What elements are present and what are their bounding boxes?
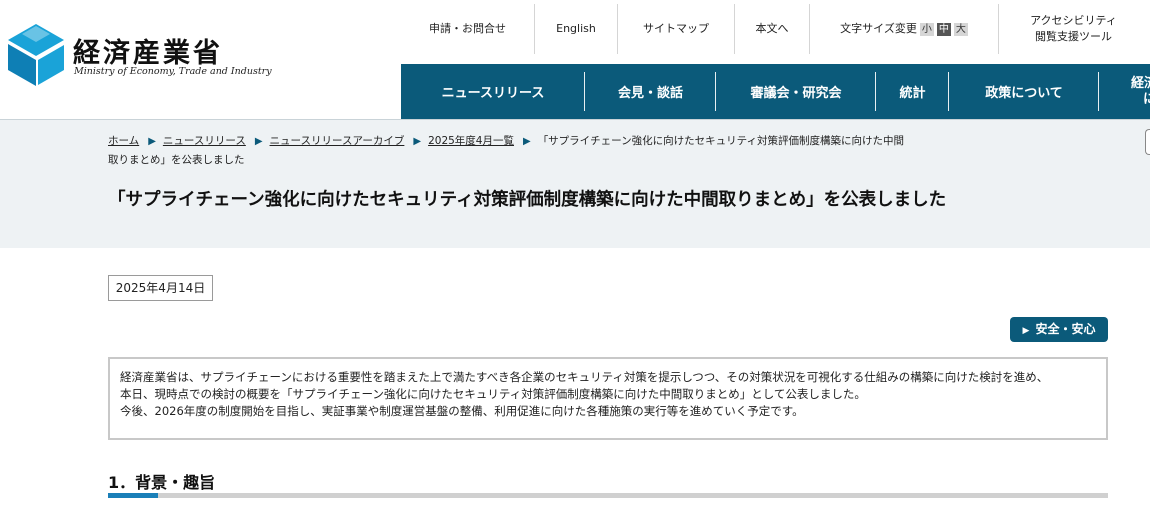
utility-nav: 申請・お問合せ English サイトマップ 本文へ 文字サイズ変更 小 中 大…: [401, 4, 1148, 54]
global-nav: ニュースリリース 会見・談話 審議会・研究会 統計 政策について 経済 に: [401, 64, 1150, 119]
play-arrow-icon: ▶: [1022, 326, 1030, 336]
nav-statistics[interactable]: 統計: [876, 64, 949, 119]
breadcrumb-separator-icon: ▶: [522, 136, 531, 147]
breadcrumb-separator-icon: ▶: [254, 136, 263, 147]
category-tag-button[interactable]: ▶ 安全・安心: [1010, 317, 1108, 342]
font-size-small-button[interactable]: 小: [919, 22, 934, 36]
font-size-large-button[interactable]: 大: [953, 22, 968, 36]
summary-line: 本日、現時点での検討の概要を「サプライチェーン強化に向けたセキュリティ対策評価制…: [120, 387, 866, 401]
side-panel-tab[interactable]: [1145, 129, 1150, 155]
nav-economy-label-1: 経済: [1131, 75, 1150, 91]
logo-title: 経済産業省: [73, 38, 223, 69]
section-heading-background: 1．背景・趣旨: [108, 473, 216, 492]
nav-councils[interactable]: 審議会・研究会: [716, 64, 876, 119]
util-link-contact[interactable]: 申請・お問合せ: [401, 4, 535, 54]
breadcrumb-news-release[interactable]: ニュースリリース: [163, 135, 246, 147]
site-header: 経済産業省 Ministry of Economy, Trade and Ind…: [0, 0, 1150, 119]
font-size-medium-button[interactable]: 中: [936, 22, 951, 36]
summary-line: 今後、2026年度の制度開始を目指し、実証事業や制度運営基盤の整備、利用促進に向…: [120, 404, 804, 418]
summary-box: 経済産業省は、サプライチェーンにおける重要性を踏まえた上で満たすべき各企業のセキ…: [108, 357, 1108, 440]
breadcrumb-april-list[interactable]: 2025年度4月一覧: [428, 135, 514, 147]
site-logo[interactable]: 経済産業省 Ministry of Economy, Trade and Ind…: [8, 24, 272, 88]
meti-logo-icon: [8, 24, 64, 86]
nav-economy-truncated[interactable]: 経済 に: [1099, 64, 1150, 119]
accessibility-tool-link[interactable]: アクセシビリティ 閲覧支援ツール: [999, 4, 1148, 54]
publish-date: 2025年4月14日: [108, 275, 213, 301]
page-title-band: ホーム ▶ ニュースリリース ▶ ニュースリリースアーカイブ ▶ 2025年度4月一覧 ▶ 「サ…: [0, 119, 1150, 248]
util-link-skip-to-content[interactable]: 本文へ: [735, 4, 810, 54]
accessibility-label-2: 閲覧支援ツール: [1035, 30, 1112, 43]
nav-policy[interactable]: 政策について: [949, 64, 1099, 119]
util-link-english[interactable]: English: [535, 4, 618, 54]
util-link-sitemap[interactable]: サイトマップ: [618, 4, 735, 54]
nav-economy-label-2: に: [1143, 91, 1150, 107]
font-size-label: 文字サイズ変更: [840, 21, 917, 35]
breadcrumb: ホーム ▶ ニュースリリース ▶ ニュースリリースアーカイブ ▶ 2025年度4月一覧 ▶ 「サ…: [108, 132, 908, 170]
nav-press-conference[interactable]: 会見・談話: [585, 64, 716, 119]
section-heading-rule: [108, 493, 1108, 498]
breadcrumb-separator-icon: ▶: [148, 136, 156, 147]
page-title: 「サプライチェーン強化に向けたセキュリティ対策評価制度構築に向けた中間取りまとめ…: [108, 190, 947, 210]
font-size-switcher: 文字サイズ変更 小 中 大: [810, 4, 999, 54]
breadcrumb-home[interactable]: ホーム: [108, 135, 139, 147]
nav-news-release[interactable]: ニュースリリース: [401, 64, 585, 119]
breadcrumb-separator-icon: ▶: [413, 136, 422, 147]
summary-line: 経済産業省は、サプライチェーンにおける重要性を踏まえた上で満たすべき各企業のセキ…: [120, 370, 1049, 384]
category-tag-label: 安全・安心: [1035, 322, 1096, 336]
logo-subtitle: Ministry of Economy, Trade and Industry: [74, 66, 272, 77]
section-heading-rule-accent: [108, 493, 158, 498]
accessibility-label-1: アクセシビリティ: [1030, 13, 1117, 27]
breadcrumb-news-archive[interactable]: ニュースリリースアーカイブ: [270, 135, 405, 147]
